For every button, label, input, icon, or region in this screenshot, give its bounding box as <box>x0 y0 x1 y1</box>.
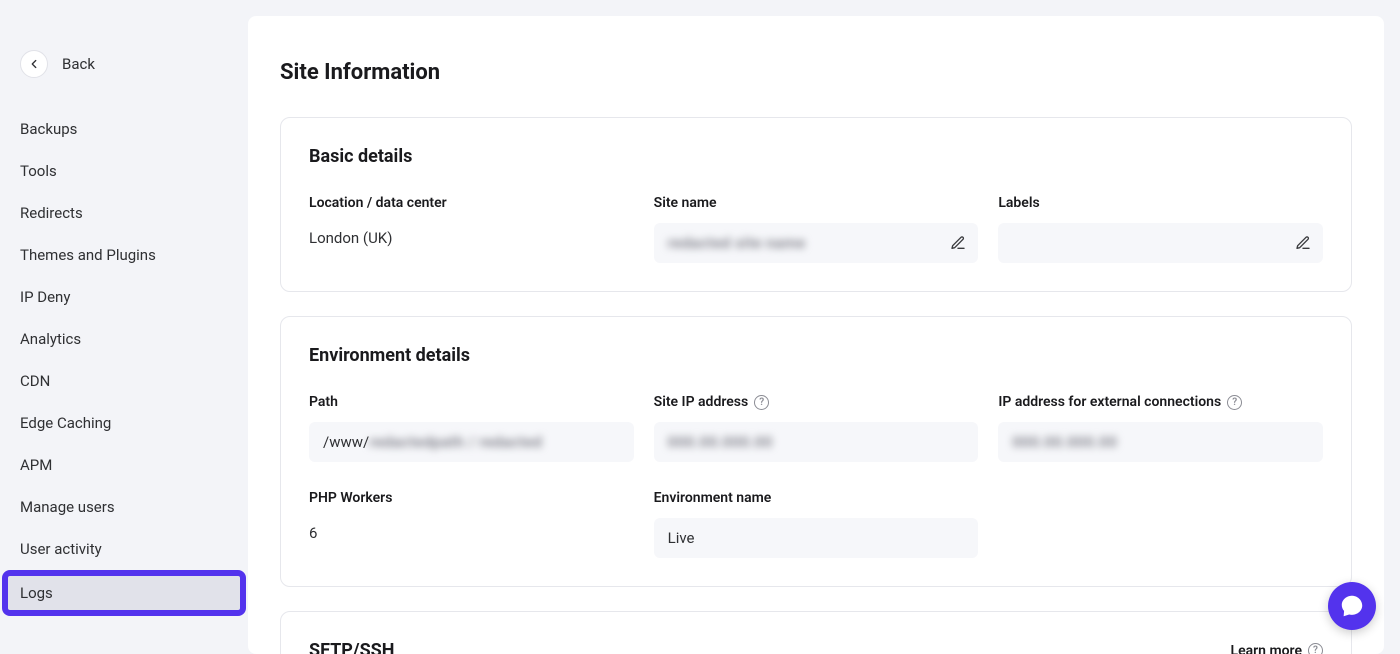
site-name-field: Site name redacted site name <box>654 195 979 263</box>
env-name-label: Environment name <box>654 490 979 506</box>
labels-field: Labels <box>998 195 1323 263</box>
sidebar-item-logs[interactable]: Logs <box>2 570 246 616</box>
sidebar-item-edge-caching[interactable]: Edge Caching <box>8 402 240 444</box>
path-label: Path <box>309 394 634 410</box>
question-icon[interactable]: ? <box>754 395 769 410</box>
question-icon[interactable]: ? <box>1227 395 1242 410</box>
pencil-icon[interactable] <box>950 235 966 251</box>
basic-details-card: Basic details Location / data center Lon… <box>280 117 1352 292</box>
site-ip-value-box[interactable]: 000.00.000.00 <box>654 422 979 462</box>
site-ip-field: Site IP address ? 000.00.000.00 <box>654 394 979 462</box>
php-workers-value: 6 <box>309 518 634 548</box>
chat-icon <box>1339 593 1365 619</box>
learn-more-link[interactable]: Learn more ? <box>1231 643 1323 654</box>
ext-ip-field: IP address for external connections ? 00… <box>998 394 1323 462</box>
ext-ip-value-box[interactable]: 000.00.000.00 <box>998 422 1323 462</box>
environment-details-title: Environment details <box>309 345 1323 366</box>
back-arrow-icon[interactable] <box>20 50 48 78</box>
env-name-field: Environment name Live <box>654 490 979 558</box>
sftp-ssh-title: SFTP/SSH <box>309 640 394 654</box>
php-workers-label: PHP Workers <box>309 490 634 506</box>
sidebar-item-backups[interactable]: Backups <box>8 108 240 150</box>
back-link[interactable]: Back <box>8 50 240 108</box>
sidebar-item-cdn[interactable]: CDN <box>8 360 240 402</box>
site-ip-label: Site IP address ? <box>654 394 979 410</box>
labels-label: Labels <box>998 195 1323 211</box>
labels-input[interactable] <box>998 223 1323 263</box>
env-name-value: Live <box>668 529 695 547</box>
sidebar-item-apm[interactable]: APM <box>8 444 240 486</box>
page-title: Site Information <box>280 60 1352 85</box>
nav-list: Backups Tools Redirects Themes and Plugi… <box>8 108 240 616</box>
sidebar-item-redirects[interactable]: Redirects <box>8 192 240 234</box>
sidebar-item-themes-plugins[interactable]: Themes and Plugins <box>8 234 240 276</box>
env-name-value-box[interactable]: Live <box>654 518 979 558</box>
site-name-input[interactable]: redacted site name <box>654 223 979 263</box>
environment-details-card: Environment details Path /www/redactedpa… <box>280 316 1352 587</box>
ext-ip-label: IP address for external connections ? <box>998 394 1323 410</box>
sidebar-item-manage-users[interactable]: Manage users <box>8 486 240 528</box>
path-field: Path /www/redactedpath / redacted <box>309 394 634 462</box>
back-label: Back <box>62 55 95 73</box>
basic-details-title: Basic details <box>309 146 1323 167</box>
sidebar-item-user-activity[interactable]: User activity <box>8 528 240 570</box>
pencil-icon[interactable] <box>1295 235 1311 251</box>
php-workers-field: PHP Workers 6 <box>309 490 634 558</box>
sidebar-item-tools[interactable]: Tools <box>8 150 240 192</box>
path-prefix: /www/ <box>323 433 369 451</box>
question-icon[interactable]: ? <box>1308 643 1323 654</box>
sidebar: Back Backups Tools Redirects Themes and … <box>0 0 248 654</box>
path-value-box[interactable]: /www/redactedpath / redacted <box>309 422 634 462</box>
site-name-label: Site name <box>654 195 979 211</box>
sidebar-item-ip-deny[interactable]: IP Deny <box>8 276 240 318</box>
ext-ip-value: 000.00.000.00 <box>1012 433 1117 451</box>
sftp-ssh-card: SFTP/SSH Learn more ? <box>280 611 1352 654</box>
location-field: Location / data center London (UK) <box>309 195 634 263</box>
location-value: London (UK) <box>309 223 634 253</box>
main-content: Site Information Basic details Location … <box>248 16 1384 654</box>
site-ip-value: 000.00.000.00 <box>668 433 773 451</box>
chat-button[interactable] <box>1328 582 1376 630</box>
sidebar-item-analytics[interactable]: Analytics <box>8 318 240 360</box>
site-name-value: redacted site name <box>668 234 806 252</box>
path-redacted: redactedpath / redacted <box>369 433 542 451</box>
sidebar-item-label: Logs <box>8 576 240 610</box>
location-label: Location / data center <box>309 195 634 211</box>
